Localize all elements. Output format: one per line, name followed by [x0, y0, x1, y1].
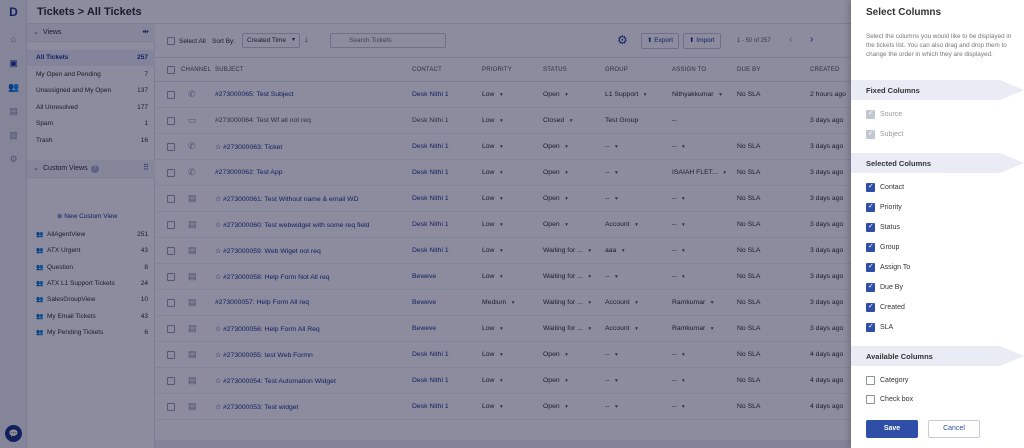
- column-label: Category: [880, 377, 909, 384]
- column-checkbox[interactable]: [866, 182, 875, 192]
- column-label: Status: [880, 224, 900, 231]
- column-checkbox[interactable]: [866, 202, 875, 212]
- column-checkbox[interactable]: [866, 322, 875, 332]
- column-label: Assign To: [880, 264, 911, 271]
- column-label: Contact: [880, 184, 905, 191]
- modal-backdrop[interactable]: [0, 0, 851, 448]
- column-checkbox[interactable]: [866, 222, 875, 232]
- column-label: Group: [880, 244, 900, 251]
- column-label: Check box: [880, 395, 914, 403]
- column-label: Subject: [880, 130, 904, 138]
- column-checkbox: [866, 109, 875, 119]
- column-label: Due By: [880, 284, 903, 291]
- fixed-columns-section: Fixed Columns: [851, 80, 1024, 100]
- column-checkbox[interactable]: [866, 262, 875, 272]
- panel-title: Select Columns: [866, 7, 942, 18]
- select-columns-panel: Select Columns Select the columns you wo…: [851, 0, 1024, 448]
- column-label: Priority: [880, 204, 902, 211]
- column-label: Created: [880, 304, 905, 311]
- column-label: Source: [880, 111, 903, 118]
- cancel-button[interactable]: Cancel: [928, 420, 980, 438]
- column-checkbox[interactable]: [866, 302, 875, 312]
- column-checkbox[interactable]: [866, 394, 875, 404]
- column-checkbox[interactable]: [866, 242, 875, 252]
- selected-columns-section: Selected Columns: [851, 153, 1024, 173]
- column-checkbox[interactable]: [866, 376, 875, 385]
- column-checkbox[interactable]: [866, 282, 875, 292]
- available-columns-section: Available Columns: [851, 346, 1024, 366]
- column-label: SLA: [880, 324, 894, 331]
- panel-description: Select the columns you would like to be …: [866, 33, 1012, 58]
- save-button[interactable]: Save: [866, 420, 918, 438]
- column-checkbox: [866, 129, 875, 139]
